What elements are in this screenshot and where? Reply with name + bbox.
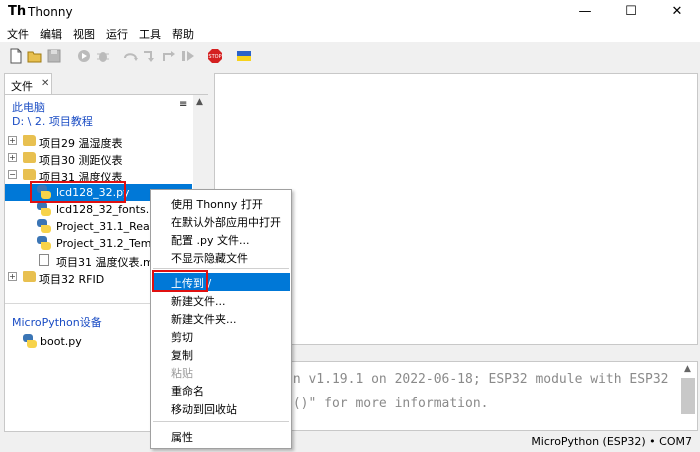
folder-icon bbox=[23, 271, 36, 282]
highlight-box bbox=[30, 181, 126, 203]
python-file-icon bbox=[37, 236, 51, 250]
ctx-new-file[interactable]: 新建文件... bbox=[152, 291, 290, 309]
run-icon[interactable] bbox=[76, 48, 92, 64]
thonny-logo-icon: Th bbox=[8, 4, 27, 19]
tree-item-label: 项目30 测距仪表 bbox=[39, 154, 123, 167]
shell-line: p()" for more information. bbox=[285, 396, 489, 411]
shell-line: on v1.19.1 on 2022-06-18; ESP32 module w… bbox=[285, 372, 669, 387]
stop-icon-label: STOP bbox=[208, 54, 221, 60]
python-file-icon bbox=[37, 202, 51, 216]
tab-files[interactable]: 文件 ✕ bbox=[4, 73, 52, 94]
highlight-box bbox=[152, 270, 208, 292]
expand-icon[interactable]: + bbox=[8, 272, 17, 281]
menu-bar: 文件 编辑 视图 运行 工具 帮助 bbox=[0, 24, 700, 42]
side-tab-bar: 文件 ✕ bbox=[0, 70, 210, 94]
tree-item[interactable]: + 项目30 测距仪表 bbox=[8, 150, 192, 167]
ctx-rename[interactable]: 重命名 bbox=[152, 381, 290, 399]
menu-file[interactable]: 文件 bbox=[7, 26, 29, 42]
title-bar: Th Thonny — ☐ ✕ bbox=[0, 0, 700, 24]
context-menu: 使用 Thonny 打开 在默认外部应用中打开 配置 .py 文件... 不显示… bbox=[150, 189, 292, 449]
expand-icon[interactable]: + bbox=[8, 153, 17, 162]
markdown-file-icon bbox=[39, 254, 49, 266]
tab-files-label: 文件 bbox=[11, 80, 33, 93]
open-file-icon[interactable] bbox=[27, 48, 43, 64]
folder-icon bbox=[23, 152, 36, 163]
stop-icon[interactable]: STOP bbox=[207, 48, 223, 64]
python-file-icon bbox=[37, 219, 51, 233]
menu-edit[interactable]: 编辑 bbox=[40, 26, 62, 42]
shell-scroll-up-icon[interactable]: ▲ bbox=[684, 364, 691, 374]
step-out-icon[interactable] bbox=[161, 48, 177, 64]
ctx-separator bbox=[153, 421, 289, 422]
python-file-icon bbox=[23, 334, 37, 348]
window-title: Thonny bbox=[28, 5, 73, 19]
menu-tools[interactable]: 工具 bbox=[139, 26, 161, 42]
ctx-hide-hidden[interactable]: 不显示隐藏文件 bbox=[152, 248, 290, 266]
tree-item-label: 项目31 温度仪表.md bbox=[56, 256, 161, 269]
ctx-open-in-thonny[interactable]: 使用 Thonny 打开 bbox=[152, 194, 290, 212]
tree-item-label: Project_31.1_Read_ bbox=[56, 220, 163, 233]
ctx-open-external[interactable]: 在默认外部应用中打开 bbox=[152, 212, 290, 230]
tree-item-label: lcd128_32_fonts.py bbox=[56, 203, 163, 216]
ukraine-flag-icon[interactable] bbox=[236, 48, 252, 64]
collapse-icon[interactable]: − bbox=[8, 170, 17, 179]
ctx-new-folder[interactable]: 新建文件夹... bbox=[152, 309, 290, 327]
folder-icon bbox=[23, 135, 36, 146]
save-icon[interactable] bbox=[46, 48, 62, 64]
menu-view[interactable]: 视图 bbox=[73, 26, 95, 42]
tree-item-label: 项目29 温湿度表 bbox=[39, 137, 123, 150]
status-bar: MicroPython (ESP32) • COM7 bbox=[0, 432, 700, 452]
resume-icon[interactable] bbox=[180, 48, 196, 64]
folder-open-icon bbox=[23, 169, 36, 180]
ctx-copy[interactable]: 复制 bbox=[152, 345, 290, 363]
menu-run[interactable]: 运行 bbox=[106, 26, 128, 42]
tree-item[interactable]: + 项目29 温湿度表 bbox=[8, 133, 192, 150]
interpreter-status[interactable]: MicroPython (ESP32) • COM7 bbox=[531, 435, 692, 448]
ctx-properties[interactable]: 属性 bbox=[152, 427, 290, 445]
close-button[interactable]: ✕ bbox=[654, 0, 700, 24]
scroll-up-icon[interactable]: ▲ bbox=[196, 97, 203, 107]
ctx-paste: 粘贴 bbox=[171, 367, 193, 380]
menu-help[interactable]: 帮助 bbox=[172, 26, 194, 42]
shell-scrollbar-thumb[interactable] bbox=[681, 378, 695, 414]
tab-close-icon[interactable]: ✕ bbox=[41, 78, 49, 89]
tree-item-label: boot.py bbox=[40, 335, 82, 348]
toolbar: STOP bbox=[0, 42, 700, 70]
step-over-icon[interactable] bbox=[123, 48, 139, 64]
ctx-move-to-trash[interactable]: 移动到回收站 bbox=[152, 399, 290, 417]
browser-menu-icon[interactable]: ≡ bbox=[179, 99, 187, 110]
debug-icon[interactable] bbox=[95, 48, 111, 64]
ctx-configure-py[interactable]: 配置 .py 文件... bbox=[152, 230, 290, 248]
expand-icon[interactable]: + bbox=[8, 136, 17, 145]
minimize-button[interactable]: — bbox=[562, 0, 608, 24]
device-title[interactable]: MicroPython设备 bbox=[12, 314, 102, 330]
tree-item-label: Project_31.2_Temp bbox=[56, 237, 159, 250]
ctx-separator bbox=[153, 268, 289, 269]
new-file-icon[interactable] bbox=[8, 48, 24, 64]
maximize-button[interactable]: ☐ bbox=[608, 0, 654, 24]
local-path[interactable]: D: \ 2. 项目教程 bbox=[12, 113, 93, 129]
ctx-cut[interactable]: 剪切 bbox=[152, 327, 290, 345]
step-into-icon[interactable] bbox=[142, 48, 158, 64]
tree-item-label: 项目32 RFID bbox=[39, 273, 105, 286]
